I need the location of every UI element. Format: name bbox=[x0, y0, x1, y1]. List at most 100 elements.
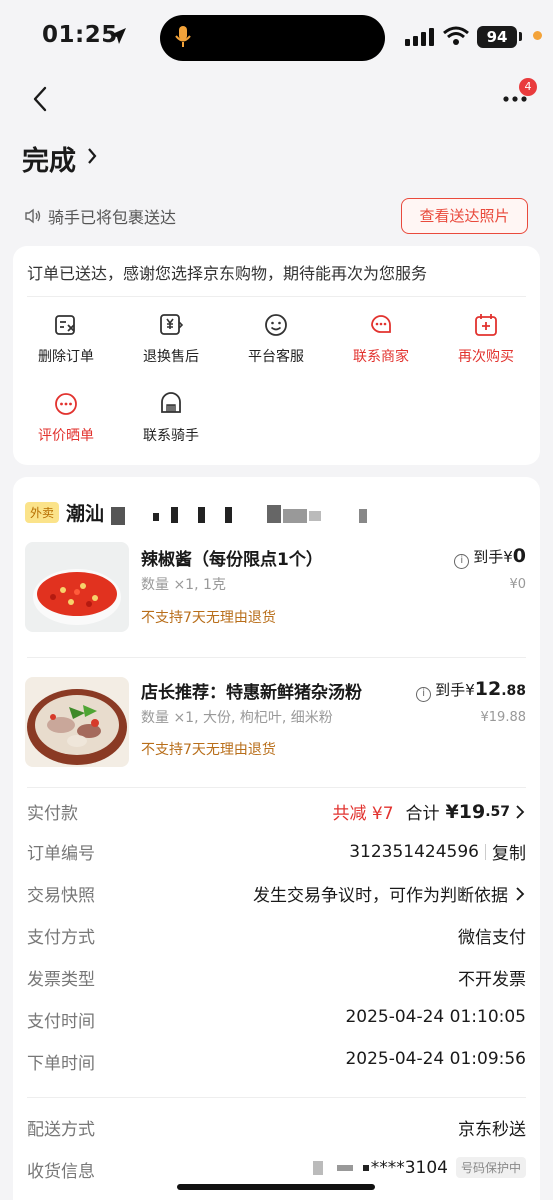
separator bbox=[485, 843, 486, 860]
payment-time-row: 支付时间 2025-04-24 01:10:05 bbox=[27, 1007, 526, 1035]
product-price: i 到手 ¥ 0 bbox=[454, 545, 526, 569]
row-label: 发票类型 bbox=[27, 970, 95, 990]
contact-merchant-button[interactable]: 联系商家 bbox=[331, 312, 431, 372]
wifi-icon bbox=[443, 26, 469, 45]
action-label: 再次购买 bbox=[458, 349, 514, 365]
battery-tip bbox=[519, 32, 522, 41]
divider bbox=[27, 787, 526, 788]
return-policy-note: 不支持7天无理由退货 bbox=[141, 610, 276, 626]
original-price: ¥0 bbox=[509, 577, 526, 592]
dynamic-island bbox=[160, 15, 385, 61]
payment-method-row: 支付方式 微信支付 bbox=[27, 923, 526, 951]
buy-again-button[interactable]: 再次购买 bbox=[436, 312, 536, 372]
receiver-phone: ****3104 bbox=[370, 1157, 448, 1178]
discount-amount: 共减 ¥7 bbox=[332, 804, 394, 824]
order-time-row: 下单时间 2025-04-24 01:09:56 bbox=[27, 1049, 526, 1077]
order-actions-card: 订单已送达，感谢您选择京东购物，期待能再次为您服务 删除订单 退换售后 平台客服… bbox=[13, 246, 540, 465]
copy-button[interactable]: 复制 bbox=[492, 839, 526, 864]
delete-order-button[interactable]: 删除订单 bbox=[16, 312, 116, 372]
order-number-row: 订单编号 312351424596 复制 bbox=[27, 839, 526, 867]
delivery-method-row: 配送方式 京东秒送 bbox=[27, 1115, 526, 1143]
return-policy-note: 不支持7天无理由退货 bbox=[141, 742, 276, 758]
row-value: 微信支付 bbox=[458, 928, 526, 948]
back-icon[interactable] bbox=[26, 84, 56, 114]
price-label: 到手 bbox=[473, 548, 504, 566]
takeout-tag: 外卖 bbox=[25, 501, 60, 523]
invoice-type-row: 发票类型 不开发票 bbox=[27, 965, 526, 993]
action-label: 平台客服 bbox=[248, 349, 304, 365]
redaction-block bbox=[283, 509, 307, 523]
delete-order-icon bbox=[55, 315, 75, 335]
product-spec: 数量 ×1, 1克 bbox=[141, 577, 226, 593]
paid-amount-row[interactable]: 实付款 共减 ¥7 合计 ¥19 .57 bbox=[27, 799, 526, 827]
redaction-block bbox=[336, 1164, 353, 1171]
action-label: 退换售后 bbox=[143, 349, 199, 365]
action-label: 删除订单 bbox=[38, 349, 94, 365]
product-image-pork-noodle[interactable] bbox=[25, 677, 129, 767]
product-spec: 数量 ×1, 大份, 枸杞叶, 细米粉 bbox=[141, 710, 333, 726]
chevron-right-icon[interactable] bbox=[86, 146, 98, 166]
rider-icon bbox=[161, 392, 181, 413]
buy-again-icon bbox=[475, 314, 497, 336]
row-value: 2025-04-24 01:10:05 bbox=[345, 1007, 526, 1027]
price-currency: ¥ bbox=[465, 681, 475, 699]
row-value: 312351424596 复制 bbox=[349, 839, 526, 865]
mic-indicator-dot bbox=[533, 31, 542, 40]
divider bbox=[27, 296, 526, 297]
action-label: 联系骑手 bbox=[143, 428, 199, 444]
home-indicator[interactable] bbox=[177, 1184, 375, 1190]
redaction-block bbox=[225, 507, 232, 523]
price-integer: 0 bbox=[512, 545, 526, 567]
price-integer: 12 bbox=[474, 678, 502, 700]
total-decimal: .57 bbox=[485, 803, 510, 820]
microphone-icon bbox=[175, 26, 191, 47]
phone-protection-tag: 号码保护中 bbox=[455, 1157, 526, 1178]
row-label: 下单时间 bbox=[27, 1054, 95, 1074]
redaction-block bbox=[359, 509, 367, 523]
info-icon[interactable]: i bbox=[454, 554, 470, 569]
customer-service-button[interactable]: 平台客服 bbox=[226, 312, 326, 372]
after-sale-icon bbox=[160, 314, 184, 335]
contact-rider-button[interactable]: 联系骑手 bbox=[121, 391, 221, 451]
divider bbox=[27, 1097, 526, 1098]
order-number: 312351424596 bbox=[349, 841, 479, 862]
row-label: 交易快照 bbox=[27, 886, 95, 906]
chili-sauce-image bbox=[25, 542, 129, 632]
price-label: 到手 bbox=[435, 681, 466, 699]
rider-status: 骑手已将包裹送达 bbox=[24, 204, 176, 228]
review-icon bbox=[55, 393, 77, 415]
divider bbox=[27, 657, 526, 658]
after-sale-button[interactable]: 退换售后 bbox=[121, 312, 221, 372]
shop-name: 潮汕 bbox=[66, 502, 105, 525]
product-name[interactable]: 辣椒酱（每份限点1个） bbox=[141, 545, 323, 570]
review-button[interactable]: 评价晒单 bbox=[16, 391, 116, 451]
shop-header[interactable]: 外卖 潮汕 bbox=[25, 499, 104, 525]
chevron-right-icon bbox=[516, 886, 525, 901]
merchant-icon bbox=[371, 315, 391, 333]
price-currency: ¥ bbox=[503, 548, 513, 566]
price-decimal: .88 bbox=[501, 683, 526, 699]
location-arrow-icon bbox=[110, 28, 126, 44]
row-value: ****3104 号码保护中 bbox=[312, 1157, 526, 1178]
redaction-block bbox=[362, 1164, 369, 1171]
info-icon[interactable]: i bbox=[416, 687, 432, 702]
row-value: 共减 ¥7 合计 ¥19 .57 bbox=[332, 799, 526, 824]
redaction-block bbox=[153, 513, 159, 521]
cellular-signal-icon bbox=[405, 28, 434, 46]
row-value: 京东秒送 bbox=[458, 1120, 526, 1140]
redaction-block bbox=[309, 511, 321, 521]
redaction-block bbox=[267, 505, 281, 523]
thanks-message: 订单已送达，感谢您选择京东购物，期待能再次为您服务 bbox=[27, 264, 428, 283]
redaction-block bbox=[111, 507, 125, 525]
page-title[interactable]: 完成 bbox=[22, 139, 76, 178]
product-name[interactable]: 店长推荐：特惠新鲜猪杂汤粉 bbox=[141, 678, 362, 703]
row-label: 订单编号 bbox=[27, 844, 95, 864]
redaction-block bbox=[312, 1160, 323, 1175]
product-image-chili-sauce[interactable] bbox=[25, 542, 129, 632]
row-label: 收货信息 bbox=[27, 1162, 95, 1182]
trade-snapshot-row[interactable]: 交易快照 发生交易争议时，可作为判断依据 bbox=[27, 881, 526, 909]
status-bar: 01:25 94 bbox=[0, 0, 553, 72]
total-label: 合计 bbox=[405, 804, 440, 824]
total-integer: ¥19 bbox=[445, 800, 486, 823]
view-delivery-photo-button[interactable]: 查看送达照片 bbox=[401, 198, 528, 234]
